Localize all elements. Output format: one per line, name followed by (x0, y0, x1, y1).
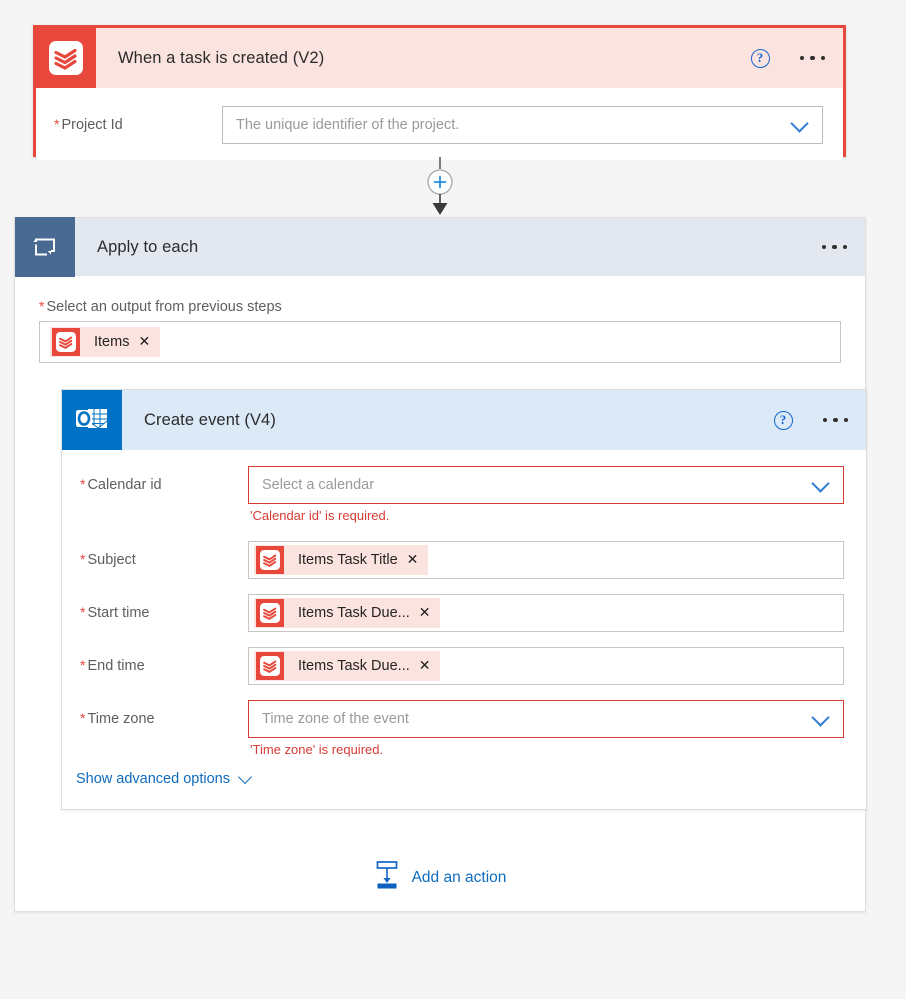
help-icon[interactable]: ? (750, 48, 770, 68)
required-star: * (80, 551, 86, 567)
todoist-icon (256, 652, 284, 680)
create-event-header-actions: ? (773, 390, 853, 450)
outlook-calendar-icon (62, 390, 122, 450)
trigger-header-actions: ? (750, 28, 830, 88)
loop-icon (15, 217, 75, 277)
project-id-control: The unique identifier of the project. (222, 106, 823, 144)
apply-to-each-title: Apply to each (97, 237, 199, 256)
todoist-icon (256, 546, 284, 574)
remove-token-icon[interactable]: ✕ (419, 659, 431, 673)
time-zone-placeholder: Time zone of the event (262, 711, 409, 727)
calendar-id-control: Select a calendar 'Calendar id' is requi… (248, 466, 844, 523)
project-id-label: * Project Id (54, 116, 123, 133)
apply-to-each-header-actions (818, 218, 852, 276)
end-time-control: Items Task Due... ✕ (248, 647, 844, 685)
start-time-label: * Start time (80, 604, 150, 621)
add-an-action-label: Add an action (411, 868, 507, 886)
subject-label: * Subject (80, 551, 136, 568)
more-options-icon[interactable] (819, 410, 853, 431)
subject-control: Items Task Title ✕ (248, 541, 844, 579)
token-label: Items Task Due... (298, 605, 410, 621)
add-action-icon (374, 860, 400, 895)
token-items-task-due-end[interactable]: Items Task Due... ✕ (254, 651, 441, 681)
required-star: * (80, 710, 86, 726)
apply-to-each-body: * Select an output from previous steps I… (15, 276, 867, 810)
param-row-calendar-id: * Calendar id Select a calendar 'Calendar… (62, 466, 866, 529)
subject-input[interactable]: Items Task Title ✕ (248, 541, 844, 579)
time-zone-input[interactable]: Time zone of the event (248, 700, 844, 738)
param-row-time-zone: * Time zone Time zone of the event 'Time … (62, 685, 866, 757)
todoist-icon (256, 599, 284, 627)
token-label: Items (94, 334, 130, 350)
create-event-body: * Calendar id Select a calendar 'Calendar… (62, 450, 866, 809)
show-advanced-options-button[interactable]: Show advanced options (62, 757, 866, 795)
project-id-input[interactable]: The unique identifier of the project. (222, 106, 823, 144)
todoist-icon (36, 28, 96, 88)
remove-token-icon[interactable]: ✕ (419, 606, 431, 620)
required-star: * (80, 657, 86, 673)
token-label: Items Task Due... (298, 658, 410, 674)
token-items-task-due-start[interactable]: Items Task Due... ✕ (254, 598, 441, 628)
select-output-label: * Select an output from previous steps (39, 298, 282, 315)
required-star: * (54, 116, 60, 132)
token-items-task-title[interactable]: Items Task Title ✕ (254, 545, 429, 575)
create-event-title: Create event (V4) (144, 410, 276, 429)
trigger-title: When a task is created (V2) (118, 48, 325, 67)
calendar-id-label: * Calendar id (80, 476, 162, 493)
project-id-placeholder: The unique identifier of the project. (236, 117, 460, 133)
param-row-end-time: * End time Items Task Due... ✕ (62, 632, 866, 685)
end-time-label: * End time (80, 657, 145, 674)
flow-designer-canvas: When a task is created (V2) ? * Project I… (0, 0, 906, 999)
time-zone-control: Time zone of the event 'Time zone' is re… (248, 700, 844, 757)
calendar-id-placeholder: Select a calendar (262, 477, 375, 493)
apply-to-each-card[interactable]: Apply to each * Select an output from pre… (14, 217, 867, 912)
required-star: * (39, 298, 45, 314)
remove-token-icon[interactable]: ✕ (407, 553, 419, 567)
end-time-input[interactable]: Items Task Due... ✕ (248, 647, 844, 685)
start-time-control: Items Task Due... ✕ (248, 594, 844, 632)
param-row-subject: * Subject Items Task Title ✕ (62, 529, 866, 579)
create-event-card[interactable]: Create event (V4) ? * Calendar id Select … (61, 389, 867, 810)
calendar-id-error: 'Calendar id' is required. (250, 508, 390, 523)
show-advanced-options-label: Show advanced options (76, 771, 230, 787)
help-icon[interactable]: ? (773, 410, 793, 430)
token-label: Items Task Title (298, 552, 398, 568)
more-options-icon[interactable] (818, 237, 852, 258)
trigger-card-header[interactable]: When a task is created (V2) ? (36, 28, 843, 88)
trigger-card-body: * Project Id The unique identifier of the… (36, 88, 843, 160)
param-row-start-time: * Start time Items Task Due... ✕ (62, 579, 866, 632)
create-event-header[interactable]: Create event (V4) ? (62, 390, 866, 450)
time-zone-error: 'Time zone' is required. (250, 742, 384, 757)
calendar-id-input[interactable]: Select a calendar (248, 466, 844, 504)
plus-circle-icon (427, 169, 453, 195)
todoist-icon (52, 328, 80, 356)
apply-to-each-header[interactable]: Apply to each (15, 217, 865, 277)
more-options-icon[interactable] (796, 48, 830, 69)
required-star: * (80, 476, 86, 492)
chevron-down-icon[interactable] (792, 116, 807, 131)
select-output-input[interactable]: Items ✕ (39, 321, 841, 363)
add-an-action-button[interactable]: Add an action (15, 860, 865, 895)
param-row-project-id: * Project Id The unique identifier of the… (36, 88, 843, 160)
start-time-input[interactable]: Items Task Due... ✕ (248, 594, 844, 632)
remove-token-icon[interactable]: ✕ (138, 335, 150, 349)
step-connector (424, 157, 456, 217)
chevron-down-icon (239, 772, 253, 786)
chevron-down-icon[interactable] (813, 710, 828, 725)
required-star: * (80, 604, 86, 620)
trigger-card[interactable]: When a task is created (V2) ? * Project I… (33, 25, 846, 160)
time-zone-label: * Time zone (80, 710, 155, 727)
token-items[interactable]: Items ✕ (50, 327, 161, 357)
chevron-down-icon[interactable] (813, 476, 828, 491)
